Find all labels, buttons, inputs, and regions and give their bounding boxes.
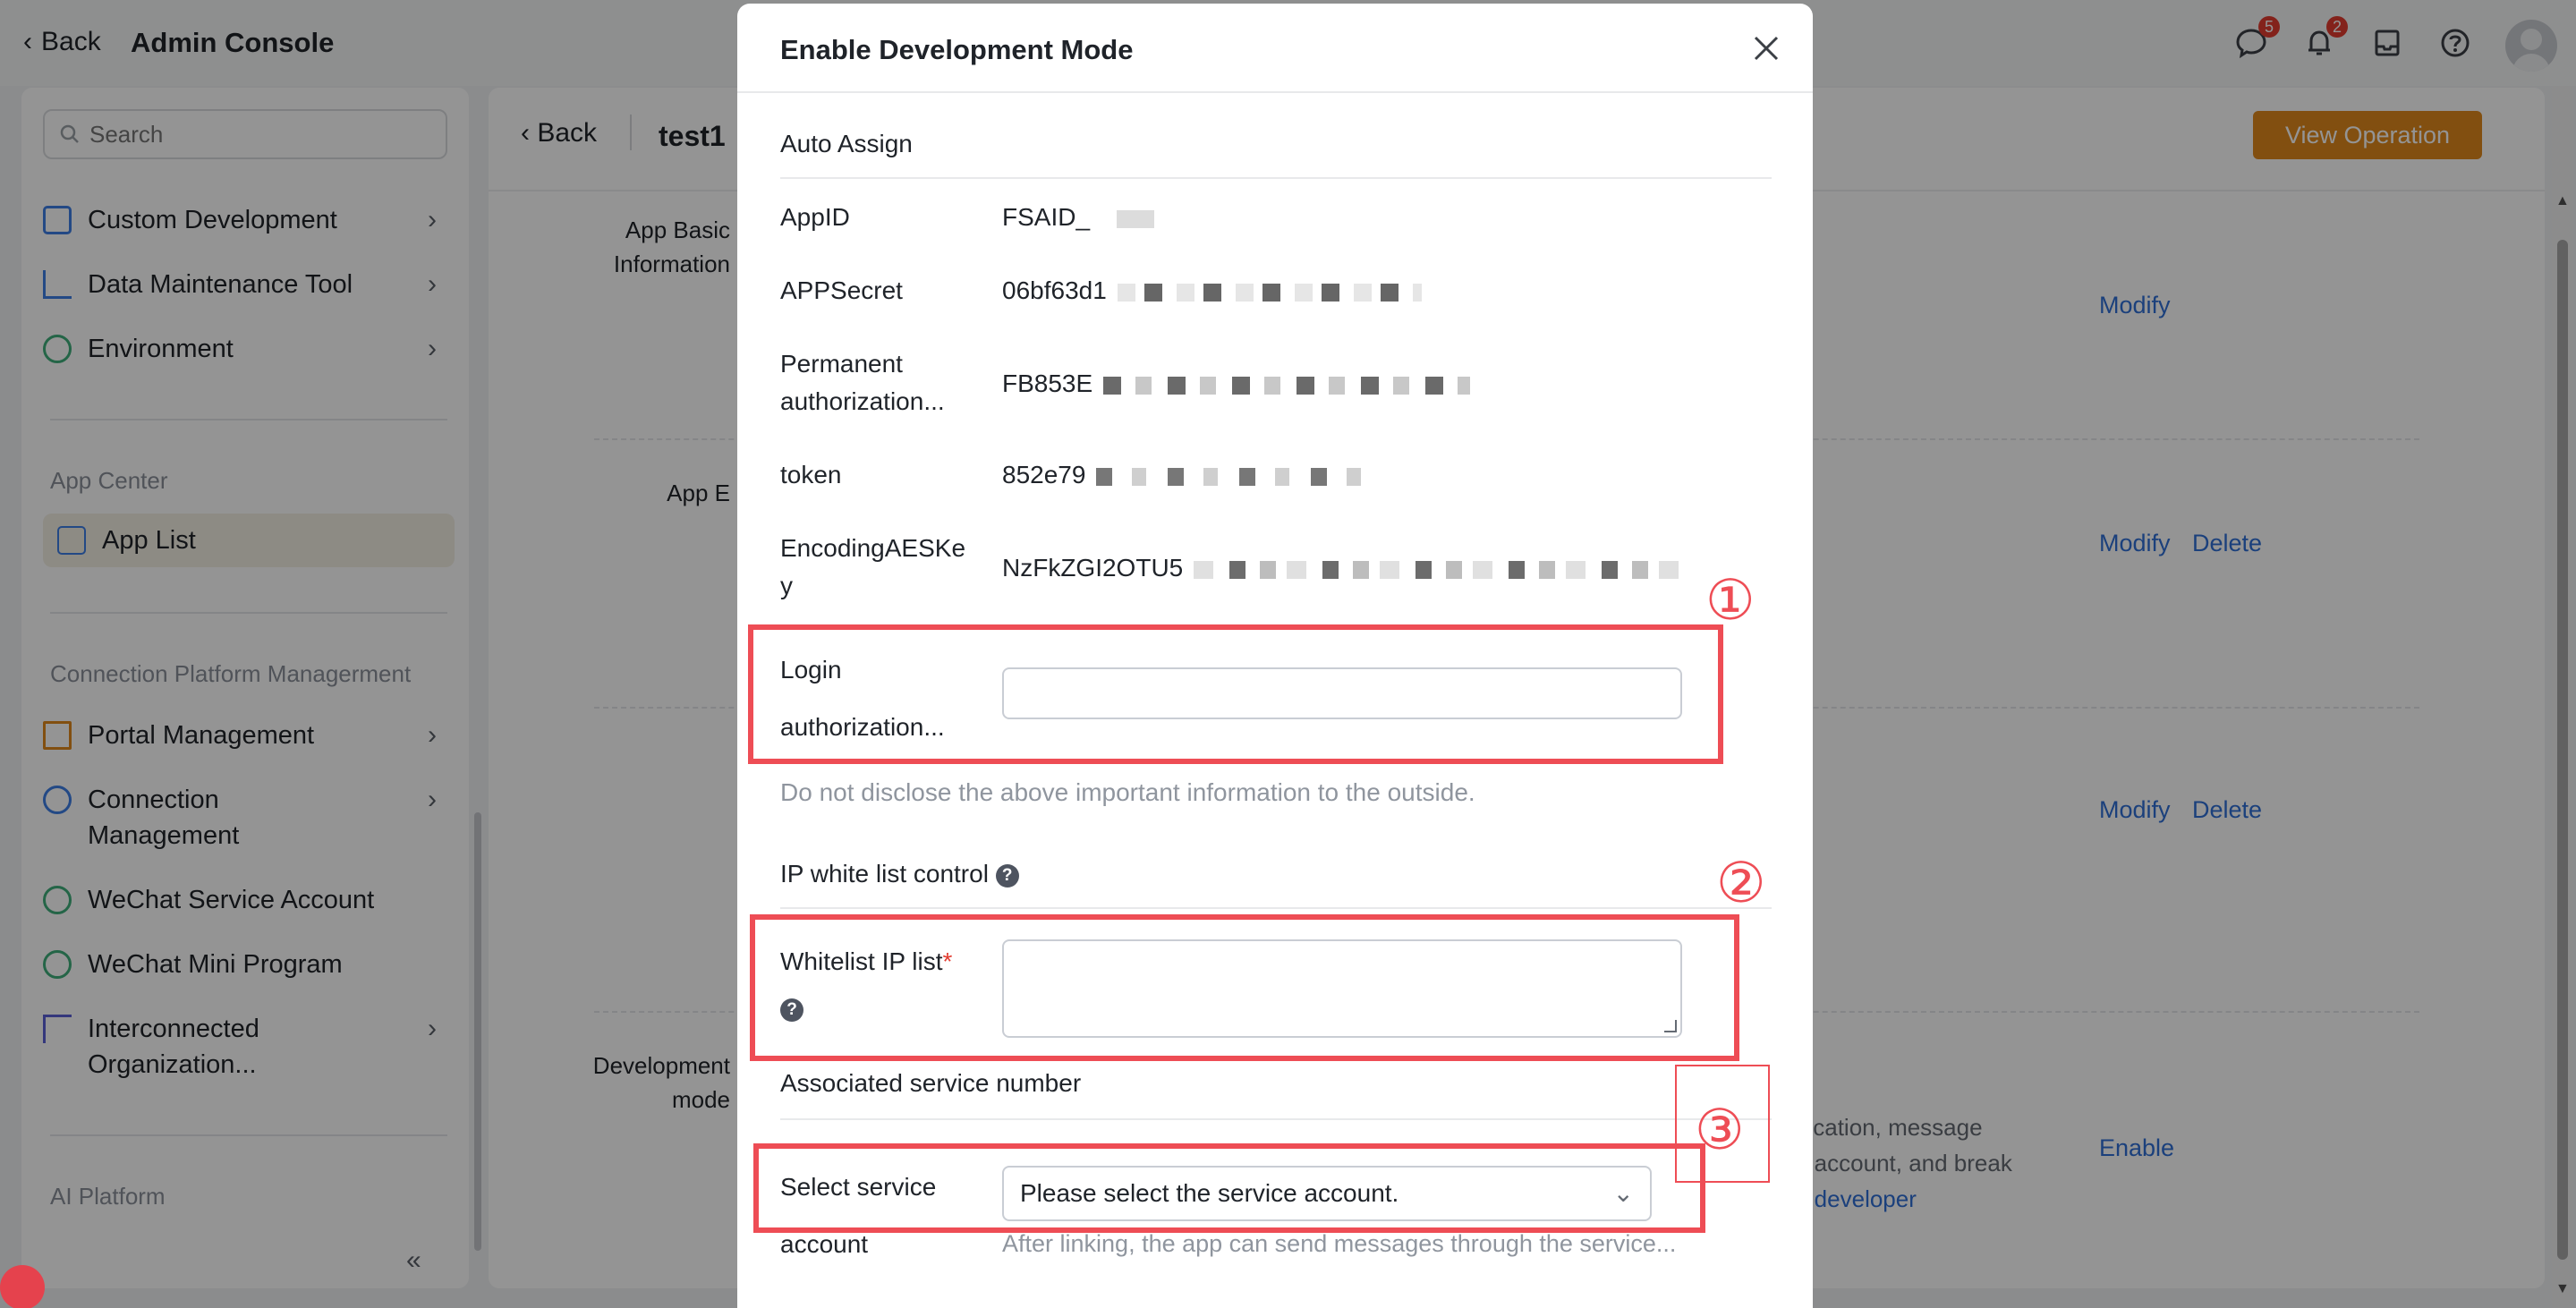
appsecret-label: APPSecret <box>780 276 903 304</box>
disclose-hint: Do not disclose the above important info… <box>780 778 1475 806</box>
label-text: IP white list control <box>780 860 989 888</box>
annotation-box-3 <box>753 1143 1705 1233</box>
divider <box>780 1118 1772 1120</box>
divider <box>737 91 1813 93</box>
label-line: EncodingAESKe <box>780 534 966 562</box>
redacted-block <box>1194 560 1696 579</box>
label-line: Permanent <box>780 350 903 378</box>
token-value: 852e79 <box>1002 456 1374 494</box>
permanent-auth-label: Permanent authorization... <box>780 345 945 420</box>
token-label: token <box>780 461 842 488</box>
annotation-number-3: ③ <box>1695 1097 1745 1162</box>
divider <box>780 177 1772 179</box>
close-icon[interactable] <box>1748 30 1784 66</box>
redacted-block <box>1096 467 1374 486</box>
encoding-aes-key-value: NzFkZGI2OTU5 <box>1002 549 1696 587</box>
annotation-number-2: ② <box>1716 850 1766 915</box>
encoding-aes-key-text: NzFkZGI2OTU5 <box>1002 554 1184 582</box>
appsecret-value: 06bf63d1 <box>1002 272 1422 310</box>
redacted-block <box>1102 376 1470 395</box>
label-line: authorization... <box>780 387 945 415</box>
record-indicator <box>0 1265 45 1308</box>
token-text: 852e79 <box>1002 461 1086 488</box>
annotation-box-1 <box>748 624 1723 764</box>
associated-service-label: Associated service number <box>780 1069 1082 1097</box>
ip-whitelist-control-label: IP white list control ? <box>780 855 1019 893</box>
dialog-title: Enable Development Mode <box>780 34 1134 65</box>
permanent-auth-text: FB853E <box>1002 369 1093 397</box>
permanent-auth-value: FB853E <box>1002 365 1470 403</box>
redacted-block <box>1117 283 1422 302</box>
divider <box>780 907 1772 909</box>
help-icon[interactable]: ? <box>995 863 1019 888</box>
appid-label: AppID <box>780 203 850 231</box>
annotation-number-1: ① <box>1705 567 1756 633</box>
appsecret-text: 06bf63d1 <box>1002 276 1107 304</box>
appid-value: FSAID_ <box>1002 199 1154 236</box>
appid-text: FSAID_ <box>1002 203 1091 231</box>
enable-development-mode-dialog: Enable Development Mode Auto Assign AppI… <box>737 4 1813 1308</box>
encoding-aes-key-label: EncodingAESKe y <box>780 530 965 605</box>
annotation-box-2 <box>750 914 1739 1061</box>
redacted-block <box>1100 209 1154 228</box>
auto-assign-label: Auto Assign <box>780 130 913 157</box>
label-line: y <box>780 572 793 599</box>
